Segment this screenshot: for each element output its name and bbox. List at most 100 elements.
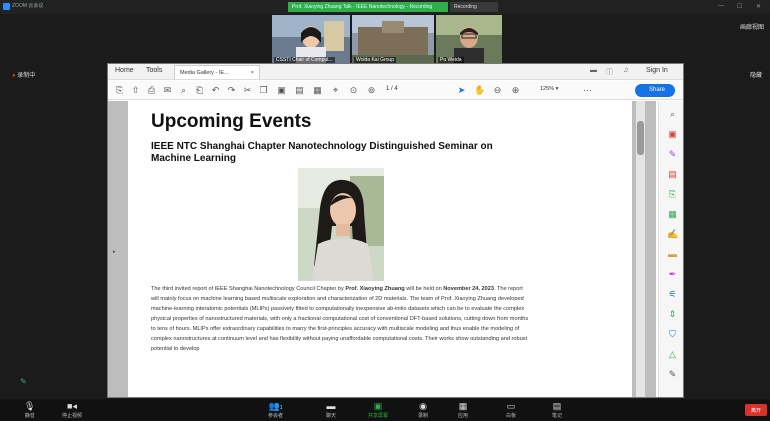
redo-icon[interactable]: ↷ bbox=[226, 85, 237, 96]
record-button[interactable]: ◉ 录制 bbox=[418, 401, 428, 419]
speaker-portrait bbox=[298, 168, 384, 281]
page-heading: Upcoming Events bbox=[151, 111, 312, 132]
combine-files-icon[interactable]: ⎘ bbox=[667, 189, 678, 200]
chat-button[interactable]: ▬ 聊天 bbox=[326, 401, 336, 419]
annotate-pencil-icon[interactable]: ✎ bbox=[20, 377, 27, 386]
mouse-cursor-icon: ➤ bbox=[572, 383, 579, 392]
organize-pages-icon[interactable]: ▦ bbox=[667, 209, 678, 220]
participant-video-1[interactable]: CSSTI Chair of Comput... bbox=[272, 15, 350, 65]
document-tab[interactable]: Media Gallery - IE... × bbox=[174, 65, 260, 79]
redact-icon[interactable]: ⚟ bbox=[667, 289, 678, 300]
video-camera-icon: ■◂ bbox=[67, 401, 77, 411]
maximize-icon[interactable]: ☐ bbox=[737, 3, 742, 10]
scroll-up-icon[interactable]: ⊙ bbox=[348, 85, 359, 96]
leave-meeting-button[interactable]: 离开 bbox=[745, 404, 767, 416]
menu-tools[interactable]: Tools bbox=[146, 67, 162, 74]
recording-status-label: 录制中 bbox=[17, 73, 36, 79]
pdf-page: Upcoming Events IEEE NTC Shanghai Chapte… bbox=[128, 101, 632, 397]
page-grid-icon[interactable]: ▦ bbox=[312, 85, 323, 96]
close-icon[interactable]: ✕ bbox=[756, 3, 761, 10]
minimize-icon[interactable]: — bbox=[718, 3, 724, 9]
video-button[interactable]: ■◂ 停止视频 bbox=[62, 401, 82, 419]
whiteboard-button[interactable]: ▭ 白板 bbox=[506, 401, 516, 419]
edit-pdf-icon[interactable]: ✎ bbox=[667, 149, 678, 160]
hide-panel-button[interactable]: 隐藏 bbox=[750, 70, 762, 79]
meeting-banner[interactable]: Prof. Xiaoying Zhuang Talk - IEEE Nanote… bbox=[288, 2, 448, 12]
seminar-title: IEEE NTC Shanghai Chapter Nanotechnology… bbox=[151, 141, 493, 164]
seminar-description: The third invited report of IEEE Shangha… bbox=[151, 284, 531, 354]
zoom-level-select[interactable]: 125% ▾ bbox=[540, 86, 558, 92]
participants-label: 参会者 bbox=[268, 413, 284, 419]
scroll-down-icon[interactable]: ⊚ bbox=[366, 85, 377, 96]
gallery-view-button[interactable]: 画廊视图 bbox=[740, 22, 764, 31]
zoom-title-bar: ZOOM 云会议 Prof. Xiaoying Zhuang Talk - IE… bbox=[0, 0, 770, 14]
apps-button[interactable]: ▦ 应用 bbox=[458, 401, 468, 419]
scrollbar-thumb[interactable] bbox=[637, 121, 644, 155]
copy-icon[interactable]: ❐ bbox=[258, 85, 269, 96]
document-viewport[interactable]: ▸ Upcoming Events IEEE NTC Shanghai Chap… bbox=[108, 101, 656, 397]
acrobat-window: Home Tools Media Gallery - IE... × ▬ ⓘ ♫… bbox=[107, 63, 684, 398]
vertical-scrollbar[interactable] bbox=[636, 101, 645, 397]
help-icon[interactable]: ⓘ bbox=[606, 67, 613, 77]
share-screen-icon: ▣ bbox=[373, 401, 383, 411]
compress-icon[interactable]: ⇕ bbox=[667, 309, 678, 320]
para-text-3: . The report will mainly focus on machin… bbox=[151, 286, 529, 352]
hand-icon[interactable]: ✋ bbox=[474, 85, 485, 96]
more-icon[interactable]: ⋯ bbox=[582, 85, 593, 96]
fill-sign-icon[interactable]: ✍ bbox=[667, 229, 678, 240]
search-tool-icon[interactable]: ⌕ bbox=[667, 109, 678, 120]
search-icon[interactable]: ⌕ bbox=[178, 85, 189, 96]
participant-video-3[interactable]: Pu Weida bbox=[436, 15, 502, 65]
share-screen-button[interactable]: ▣ 共享屏幕 bbox=[368, 401, 388, 419]
measure-icon[interactable]: △ bbox=[667, 349, 678, 360]
chat-icon[interactable]: ▬ bbox=[590, 67, 597, 74]
apps-icon: ▦ bbox=[458, 401, 468, 411]
page-number-field[interactable]: 1 / 4 bbox=[386, 86, 398, 92]
more-tools-icon[interactable]: ✎ bbox=[667, 369, 678, 380]
email-icon[interactable]: ✉ bbox=[162, 85, 173, 96]
export-pdf-icon[interactable]: ▣ bbox=[667, 129, 678, 140]
find-icon[interactable]: ⌖ bbox=[330, 85, 341, 96]
recording-dot-icon: ● bbox=[12, 73, 16, 79]
create-pdf-icon[interactable]: ▤ bbox=[667, 169, 678, 180]
notes-button[interactable]: ▤ 笔记 bbox=[552, 401, 562, 419]
notes-label: 笔记 bbox=[552, 413, 563, 419]
participant-video-2[interactable]: Wolda Kai Group bbox=[352, 15, 434, 65]
send-signature-icon[interactable]: ✒ bbox=[667, 269, 678, 280]
sign-in-link[interactable]: Sign In bbox=[646, 67, 668, 74]
participants-icon: 👥1 bbox=[268, 401, 283, 411]
notification-bell-icon[interactable]: ♫ bbox=[623, 67, 628, 74]
undo-icon[interactable]: ↶ bbox=[210, 85, 221, 96]
zoom-out-icon[interactable]: ⊖ bbox=[492, 85, 503, 96]
recording-indicator[interactable]: Recording bbox=[450, 2, 498, 12]
left-panel-toggle-icon[interactable]: ▸ bbox=[113, 249, 116, 255]
mute-button[interactable]: 🎙 静音 bbox=[24, 401, 35, 419]
page-icon[interactable]: ▤ bbox=[294, 85, 305, 96]
select-cursor-icon[interactable]: ➤ bbox=[456, 85, 467, 96]
mute-label: 静音 bbox=[24, 413, 35, 419]
create-file-icon[interactable]: ⎘ bbox=[114, 85, 125, 96]
protect-icon[interactable]: ⛉ bbox=[667, 329, 678, 340]
zoom-app-icon bbox=[3, 3, 10, 10]
share-screen-label: 共享屏幕 bbox=[368, 413, 389, 419]
print-icon[interactable]: ⎙ bbox=[146, 85, 157, 96]
participants-button[interactable]: 👥1 参会者 bbox=[268, 401, 283, 419]
video-label: 停止视频 bbox=[62, 413, 83, 419]
tab-close-icon[interactable]: × bbox=[251, 70, 254, 76]
upload-icon[interactable]: ⇧ bbox=[130, 85, 141, 96]
zoom-in-icon[interactable]: ⊕ bbox=[510, 85, 521, 96]
menu-home[interactable]: Home bbox=[115, 67, 134, 74]
document-tab-label: Media Gallery - IE... bbox=[180, 70, 229, 76]
acrobat-toolbar: ⎘ ⇧ ⎙ ✉ ⌕ ⎗ ↶ ↷ ✂ ❐ ▣ ▤ ▦ ⌖ ⊙ ⊚ 1 / 4 ➤ … bbox=[108, 81, 683, 100]
save-icon[interactable]: ▣ bbox=[276, 85, 287, 96]
whiteboard-label: 白板 bbox=[506, 413, 517, 419]
comment-icon[interactable]: ▬ bbox=[667, 249, 678, 260]
cut-icon[interactable]: ✂ bbox=[242, 85, 253, 96]
current-page[interactable]: 1 bbox=[386, 86, 389, 92]
share-button[interactable]: Share bbox=[635, 84, 675, 97]
attach-icon[interactable]: ⎗ bbox=[194, 85, 205, 96]
record-icon: ◉ bbox=[419, 401, 427, 411]
total-pages: / 4 bbox=[391, 86, 398, 92]
zoom-control-bar: 🎙 静音 ■◂ 停止视频 👥1 参会者 ▬ 聊天 ▣ 共享屏幕 ◉ 录制 ▦ 应… bbox=[0, 399, 770, 421]
speaker-photo bbox=[298, 168, 384, 281]
